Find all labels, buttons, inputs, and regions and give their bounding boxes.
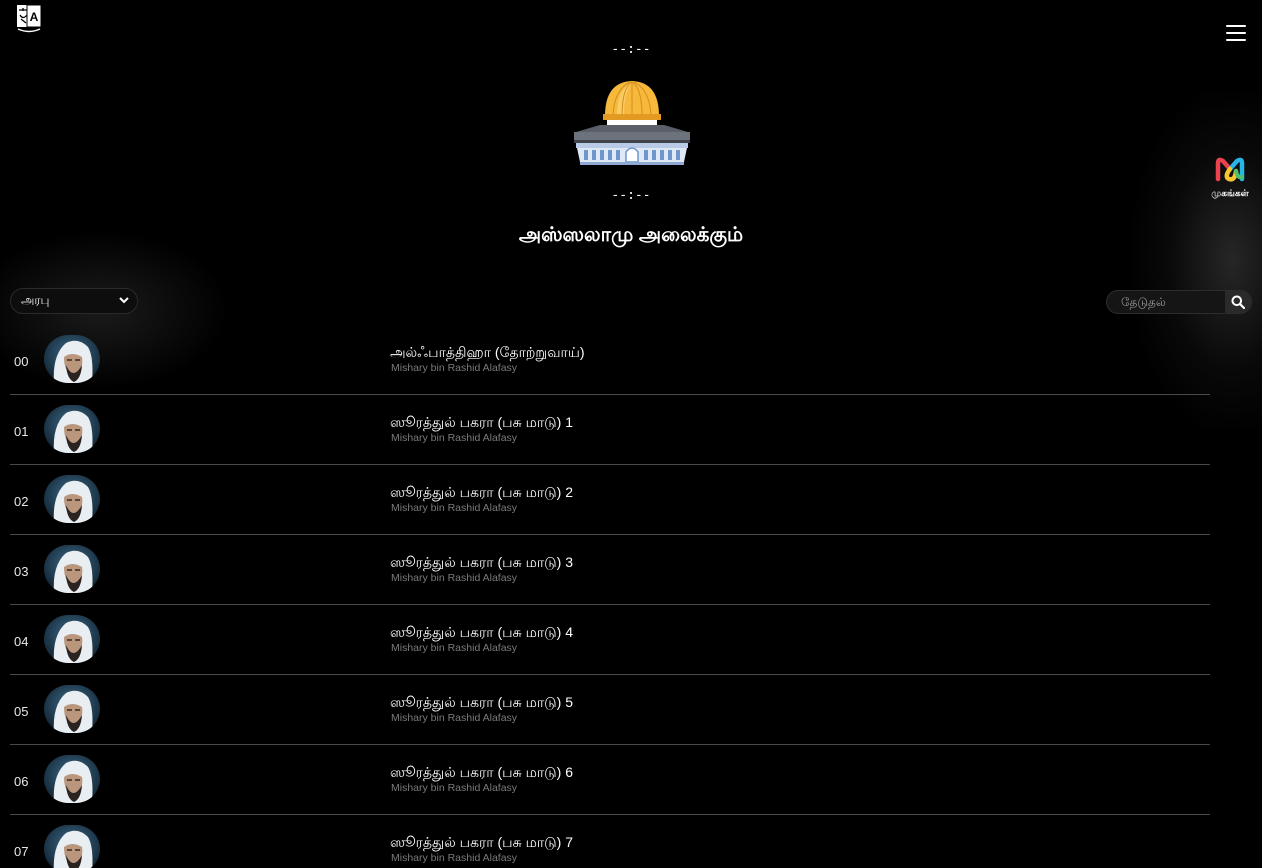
track-artist: Mishary bin Rashid Alafasy bbox=[391, 362, 518, 374]
page: A --:-- --:-- அஸ்ஸலாமு அலைக்கும் முகங்கள… bbox=[0, 0, 1262, 868]
track-row[interactable]: 03 ஸூரத்துல் பகரா (பசு மாடு) 3 Mishary bin… bbox=[10, 535, 1210, 605]
track-title: ஸூரத்துல் பகரா (பசு மாடு) 4 bbox=[390, 624, 573, 640]
faces-app-link[interactable]: முகங்கள் bbox=[1208, 155, 1252, 200]
track-title: ஸூரத்துல் பகரா (பசு மாடு) 6 bbox=[390, 764, 573, 780]
track-number: 00 bbox=[14, 354, 29, 369]
track-number: 06 bbox=[14, 774, 29, 789]
language-select[interactable]: அரபு bbox=[10, 288, 138, 314]
search-input[interactable] bbox=[1107, 291, 1225, 313]
track-number: 01 bbox=[14, 424, 29, 439]
reciter-avatar bbox=[44, 545, 100, 593]
track-row[interactable]: 01 ஸூரத்துல் பகரா (பசு மாடு) 1 Mishary bin… bbox=[10, 395, 1210, 465]
reciter-avatar bbox=[44, 685, 100, 733]
track-title: அல்ஃபாத்திஹா (தோற்றுவாய்) bbox=[390, 344, 585, 360]
track-number: 04 bbox=[14, 634, 29, 649]
track-number: 05 bbox=[14, 704, 29, 719]
track-artist: Mishary bin Rashid Alafasy bbox=[391, 642, 518, 654]
prayer-time-top: --:-- bbox=[611, 42, 651, 57]
search-button[interactable] bbox=[1225, 291, 1251, 313]
reciter-avatar bbox=[44, 825, 100, 868]
track-artist: Mishary bin Rashid Alafasy bbox=[391, 502, 518, 514]
translate-icon[interactable]: A bbox=[14, 2, 44, 34]
track-title: ஸூரத்துல் பகரா (பசு மாடு) 7 bbox=[390, 834, 573, 850]
reciter-avatar bbox=[44, 335, 100, 383]
dome-of-the-rock-icon bbox=[572, 78, 692, 166]
track-number: 07 bbox=[14, 844, 29, 859]
track-row[interactable]: 02 ஸூரத்துல் பகரா (பசு மாடு) 2 Mishary bin… bbox=[10, 465, 1210, 535]
search-box bbox=[1106, 290, 1252, 314]
track-row[interactable]: 05 ஸூரத்துல் பகரா (பசு மாடு) 5 Mishary bin… bbox=[10, 675, 1210, 745]
track-title: ஸூரத்துல் பகரா (பசு மாடு) 5 bbox=[390, 694, 573, 710]
track-title: ஸூரத்துல் பகரா (பசு மாடு) 2 bbox=[390, 484, 573, 500]
svg-text:A: A bbox=[30, 10, 39, 24]
track-row[interactable]: 04 ஸூரத்துல் பகரா (பசு மாடு) 4 Mishary bin… bbox=[10, 605, 1210, 675]
reciter-avatar bbox=[44, 475, 100, 523]
reciter-avatar bbox=[44, 615, 100, 663]
reciter-avatar bbox=[44, 405, 100, 453]
track-artist: Mishary bin Rashid Alafasy bbox=[391, 572, 518, 584]
greeting-title: அஸ்ஸலாமு அலைக்கும் bbox=[518, 224, 744, 246]
track-row[interactable]: 06 ஸூரத்துல் பகரா (பசு மாடு) 6 Mishary bin… bbox=[10, 745, 1210, 815]
track-artist: Mishary bin Rashid Alafasy bbox=[391, 782, 518, 794]
search-icon bbox=[1231, 295, 1245, 309]
track-title: ஸூரத்துல் பகரா (பசு மாடு) 3 bbox=[390, 554, 573, 570]
chevron-down-icon bbox=[119, 296, 129, 307]
track-title: ஸூரத்துல் பகரா (பசு மாடு) 1 bbox=[390, 414, 573, 430]
track-row[interactable]: 00 அல்ஃபாத்திஹா (தோற்றுவாய்) Mishary bin R… bbox=[10, 325, 1210, 395]
track-number: 03 bbox=[14, 564, 29, 579]
track-artist: Mishary bin Rashid Alafasy bbox=[391, 852, 518, 864]
track-artist: Mishary bin Rashid Alafasy bbox=[391, 712, 518, 724]
track-number: 02 bbox=[14, 494, 29, 509]
track-artist: Mishary bin Rashid Alafasy bbox=[391, 432, 518, 444]
hamburger-menu-icon[interactable] bbox=[1226, 25, 1246, 41]
m-logo-icon bbox=[1215, 157, 1245, 182]
track-list: 00 அல்ஃபாத்திஹா (தோற்றுவாய்) Mishary bin R… bbox=[10, 325, 1210, 868]
reciter-avatar bbox=[44, 755, 100, 803]
faces-app-label: முகங்கள் bbox=[1211, 188, 1249, 198]
language-select-value: அரபு bbox=[21, 293, 50, 307]
track-row[interactable]: 07 ஸூரத்துல் பகரா (பசு மாடு) 7 Mishary bin… bbox=[10, 815, 1210, 868]
prayer-time-bottom: --:-- bbox=[611, 188, 651, 203]
